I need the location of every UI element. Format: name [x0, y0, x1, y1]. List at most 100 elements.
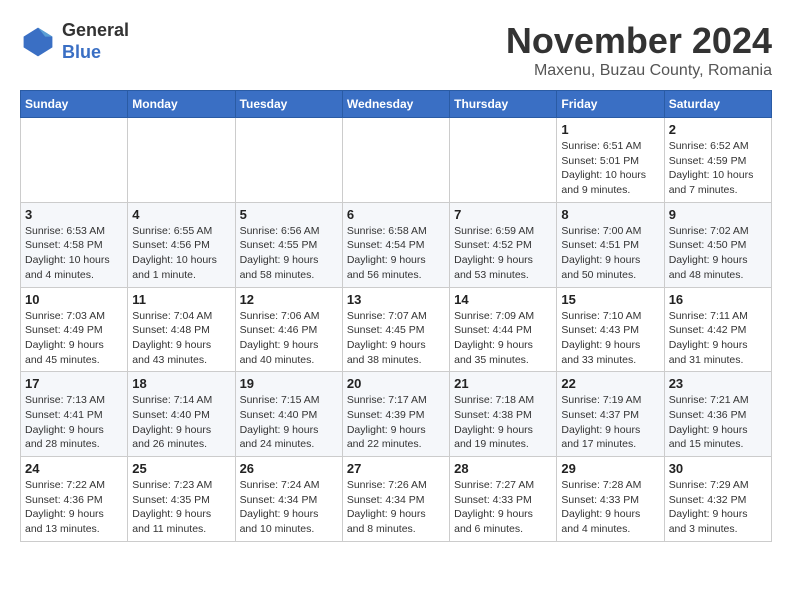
calendar-week-4: 17 Sunrise: 7:13 AMSunset: 4:41 PMDayligh…	[21, 372, 772, 457]
day-number: 22	[561, 376, 659, 391]
calendar-cell: 28Sunrise: 7:27 AMSunset: 4:33 PMDayligh…	[450, 457, 557, 542]
day-number: 24	[25, 461, 123, 476]
day-info: Sunrise: 7:24 AMSunset: 4:34 PMDaylight:…	[240, 478, 338, 537]
day-number: 26	[240, 461, 338, 476]
header-monday: Monday	[128, 91, 235, 118]
header-saturday: Saturday	[664, 91, 771, 118]
logo: General Blue	[20, 20, 129, 63]
calendar-week-5: 24 Sunrise: 7:22 AMSunset: 4:36 PMDayligh…	[21, 457, 772, 542]
calendar-cell: 10 Sunrise: 7:03 AMSunset: 4:49 PMDayligh…	[21, 287, 128, 372]
calendar-cell: 21 Sunrise: 7:18 AMSunset: 4:38 PMDayligh…	[450, 372, 557, 457]
calendar-cell: 30Sunrise: 7:29 AMSunset: 4:32 PMDayligh…	[664, 457, 771, 542]
day-info: Sunrise: 7:04 AMSunset: 4:48 PMDaylight:…	[132, 309, 230, 368]
day-number: 20	[347, 376, 445, 391]
day-info: Sunrise: 7:15 AMSunset: 4:40 PMDaylight:…	[240, 393, 338, 452]
day-info: Sunrise: 7:11 AMSunset: 4:42 PMDaylight:…	[669, 309, 767, 368]
calendar-cell: 2 Sunrise: 6:52 AMSunset: 4:59 PMDaylight…	[664, 118, 771, 203]
header-sunday: Sunday	[21, 91, 128, 118]
calendar-cell: 18 Sunrise: 7:14 AMSunset: 4:40 PMDayligh…	[128, 372, 235, 457]
day-info: Sunrise: 7:23 AMSunset: 4:35 PMDaylight:…	[132, 478, 230, 537]
day-info: Sunrise: 6:55 AMSunset: 4:56 PMDaylight:…	[132, 224, 230, 283]
month-title: November 2024	[506, 20, 772, 62]
day-number: 14	[454, 292, 552, 307]
day-number: 18	[132, 376, 230, 391]
day-number: 17	[25, 376, 123, 391]
day-number: 29	[561, 461, 659, 476]
day-info: Sunrise: 7:19 AMSunset: 4:37 PMDaylight:…	[561, 393, 659, 452]
day-number: 7	[454, 207, 552, 222]
calendar-cell	[21, 118, 128, 203]
calendar-cell: 22 Sunrise: 7:19 AMSunset: 4:37 PMDayligh…	[557, 372, 664, 457]
calendar-cell: 1Sunrise: 6:51 AMSunset: 5:01 PMDaylight…	[557, 118, 664, 203]
calendar-cell: 20 Sunrise: 7:17 AMSunset: 4:39 PMDayligh…	[342, 372, 449, 457]
day-info: Sunrise: 7:14 AMSunset: 4:40 PMDaylight:…	[132, 393, 230, 452]
day-number: 27	[347, 461, 445, 476]
day-number: 11	[132, 292, 230, 307]
calendar-cell: 9 Sunrise: 7:02 AMSunset: 4:50 PMDaylight…	[664, 202, 771, 287]
calendar-week-3: 10 Sunrise: 7:03 AMSunset: 4:49 PMDayligh…	[21, 287, 772, 372]
day-number: 2	[669, 122, 767, 137]
calendar-cell: 5Sunrise: 6:56 AMSunset: 4:55 PMDaylight…	[235, 202, 342, 287]
day-info: Sunrise: 6:52 AMSunset: 4:59 PMDaylight:…	[669, 139, 767, 198]
calendar-cell	[235, 118, 342, 203]
calendar-table: Sunday Monday Tuesday Wednesday Thursday…	[20, 90, 772, 542]
header-wednesday: Wednesday	[342, 91, 449, 118]
calendar-cell: 19 Sunrise: 7:15 AMSunset: 4:40 PMDayligh…	[235, 372, 342, 457]
calendar-cell	[450, 118, 557, 203]
calendar-cell: 4 Sunrise: 6:55 AMSunset: 4:56 PMDaylight…	[128, 202, 235, 287]
day-number: 10	[25, 292, 123, 307]
calendar-cell: 26 Sunrise: 7:24 AMSunset: 4:34 PMDayligh…	[235, 457, 342, 542]
day-number: 9	[669, 207, 767, 222]
title-section: November 2024 Maxenu, Buzau County, Roma…	[506, 20, 772, 80]
calendar-cell	[128, 118, 235, 203]
day-info: Sunrise: 7:13 AMSunset: 4:41 PMDaylight:…	[25, 393, 123, 452]
day-info: Sunrise: 7:09 AMSunset: 4:44 PMDaylight:…	[454, 309, 552, 368]
day-number: 23	[669, 376, 767, 391]
day-number: 25	[132, 461, 230, 476]
day-info: Sunrise: 7:07 AMSunset: 4:45 PMDaylight:…	[347, 309, 445, 368]
calendar-cell: 6Sunrise: 6:58 AMSunset: 4:54 PMDaylight…	[342, 202, 449, 287]
calendar-cell: 27Sunrise: 7:26 AMSunset: 4:34 PMDayligh…	[342, 457, 449, 542]
day-info: Sunrise: 7:22 AMSunset: 4:36 PMDaylight:…	[25, 478, 123, 537]
header-friday: Friday	[557, 91, 664, 118]
calendar-week-1: 1Sunrise: 6:51 AMSunset: 5:01 PMDaylight…	[21, 118, 772, 203]
header-thursday: Thursday	[450, 91, 557, 118]
day-number: 1	[561, 122, 659, 137]
calendar-cell: 25 Sunrise: 7:23 AMSunset: 4:35 PMDayligh…	[128, 457, 235, 542]
day-info: Sunrise: 7:18 AMSunset: 4:38 PMDaylight:…	[454, 393, 552, 452]
page-header: General Blue November 2024 Maxenu, Buzau…	[20, 20, 772, 80]
day-number: 4	[132, 207, 230, 222]
calendar-week-2: 3Sunrise: 6:53 AMSunset: 4:58 PMDaylight…	[21, 202, 772, 287]
day-info: Sunrise: 7:17 AMSunset: 4:39 PMDaylight:…	[347, 393, 445, 452]
calendar-cell: 13Sunrise: 7:07 AMSunset: 4:45 PMDayligh…	[342, 287, 449, 372]
day-info: Sunrise: 6:59 AMSunset: 4:52 PMDaylight:…	[454, 224, 552, 283]
day-number: 5	[240, 207, 338, 222]
calendar-cell: 24 Sunrise: 7:22 AMSunset: 4:36 PMDayligh…	[21, 457, 128, 542]
day-info: Sunrise: 7:02 AMSunset: 4:50 PMDaylight:…	[669, 224, 767, 283]
day-info: Sunrise: 7:00 AMSunset: 4:51 PMDaylight:…	[561, 224, 659, 283]
day-info: Sunrise: 7:29 AMSunset: 4:32 PMDaylight:…	[669, 478, 767, 537]
location-title: Maxenu, Buzau County, Romania	[506, 62, 772, 80]
calendar-cell: 12Sunrise: 7:06 AMSunset: 4:46 PMDayligh…	[235, 287, 342, 372]
logo-icon	[20, 24, 56, 60]
calendar-cell: 17 Sunrise: 7:13 AMSunset: 4:41 PMDayligh…	[21, 372, 128, 457]
calendar-cell: 15Sunrise: 7:10 AMSunset: 4:43 PMDayligh…	[557, 287, 664, 372]
day-number: 19	[240, 376, 338, 391]
day-info: Sunrise: 7:21 AMSunset: 4:36 PMDaylight:…	[669, 393, 767, 452]
day-number: 8	[561, 207, 659, 222]
day-number: 12	[240, 292, 338, 307]
calendar-cell: 11 Sunrise: 7:04 AMSunset: 4:48 PMDayligh…	[128, 287, 235, 372]
day-number: 3	[25, 207, 123, 222]
day-number: 21	[454, 376, 552, 391]
day-info: Sunrise: 6:58 AMSunset: 4:54 PMDaylight:…	[347, 224, 445, 283]
calendar-cell: 8 Sunrise: 7:00 AMSunset: 4:51 PMDaylight…	[557, 202, 664, 287]
calendar-cell: 14 Sunrise: 7:09 AMSunset: 4:44 PMDayligh…	[450, 287, 557, 372]
calendar-cell: 29 Sunrise: 7:28 AMSunset: 4:33 PMDayligh…	[557, 457, 664, 542]
calendar-header-row: Sunday Monday Tuesday Wednesday Thursday…	[21, 91, 772, 118]
day-info: Sunrise: 7:03 AMSunset: 4:49 PMDaylight:…	[25, 309, 123, 368]
day-number: 16	[669, 292, 767, 307]
day-info: Sunrise: 7:28 AMSunset: 4:33 PMDaylight:…	[561, 478, 659, 537]
logo-text: General Blue	[62, 20, 129, 63]
header-tuesday: Tuesday	[235, 91, 342, 118]
calendar-cell	[342, 118, 449, 203]
